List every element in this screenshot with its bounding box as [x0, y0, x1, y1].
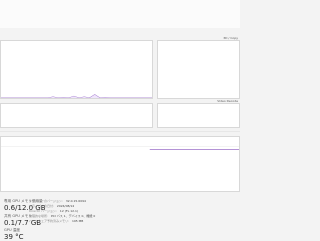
kv-reserved-memory: ハードウェア予約済みメモリ: 195 MB	[29, 219, 83, 223]
kv-driver-date: ドライバーの日付: 2024/08/14	[29, 204, 74, 208]
engine-usage-fill	[1, 94, 152, 98]
kv-physical-location-value: PCI バス 1、デバイス 0、機能 0	[50, 214, 96, 218]
kv-reserved-memory-key: ハードウェア予約済みメモリ:	[29, 219, 70, 223]
gpu-engine-chart-1-svg	[1, 94, 152, 98]
gpu-engine-chart-1	[0, 40, 153, 99]
kv-driver-date-key: ドライバーの日付:	[29, 204, 54, 208]
engine-chart-label-top-right: 3D / Copy	[223, 36, 238, 40]
kv-driver-version-key: ドライバーのバージョン:	[29, 199, 63, 203]
kv-directx-key: DirectX バージョン:	[29, 209, 57, 213]
kv-directx-value: 12 (FL 12.1)	[59, 209, 79, 213]
gpu-engine-chart-4: Video Decode	[157, 99, 240, 128]
kv-physical-location-key: 物理的な場所:	[29, 214, 49, 218]
engine-chart-label-bottom-right: Video Decode	[217, 99, 238, 103]
section-divider	[0, 131, 240, 132]
task-manager-gpu-panel: 3D / Copy Video Decode 専用 GPU メモリ使用量 0.6…	[0, 0, 240, 241]
dedicated-memory-chart-svg	[1, 146, 239, 150]
kv-driver-version-value: 32.0.15.6094	[65, 199, 86, 203]
kv-reserved-memory-value: 195 MB	[71, 219, 84, 223]
kv-driver-version: ドライバーのバージョン: 32.0.15.6094	[29, 199, 86, 203]
dedicated-memory-chart	[0, 136, 240, 192]
header-region	[0, 0, 240, 28]
gpu-engine-chart-3	[0, 103, 153, 128]
kv-directx: DirectX バージョン: 12 (FL 12.1)	[29, 209, 78, 213]
kv-driver-date-value: 2024/08/14	[56, 204, 75, 208]
kv-physical-location: 物理的な場所: PCI バス 1、デバイス 0、機能 0	[29, 214, 95, 218]
gpu-engine-chart-2: 3D / Copy	[157, 36, 240, 99]
